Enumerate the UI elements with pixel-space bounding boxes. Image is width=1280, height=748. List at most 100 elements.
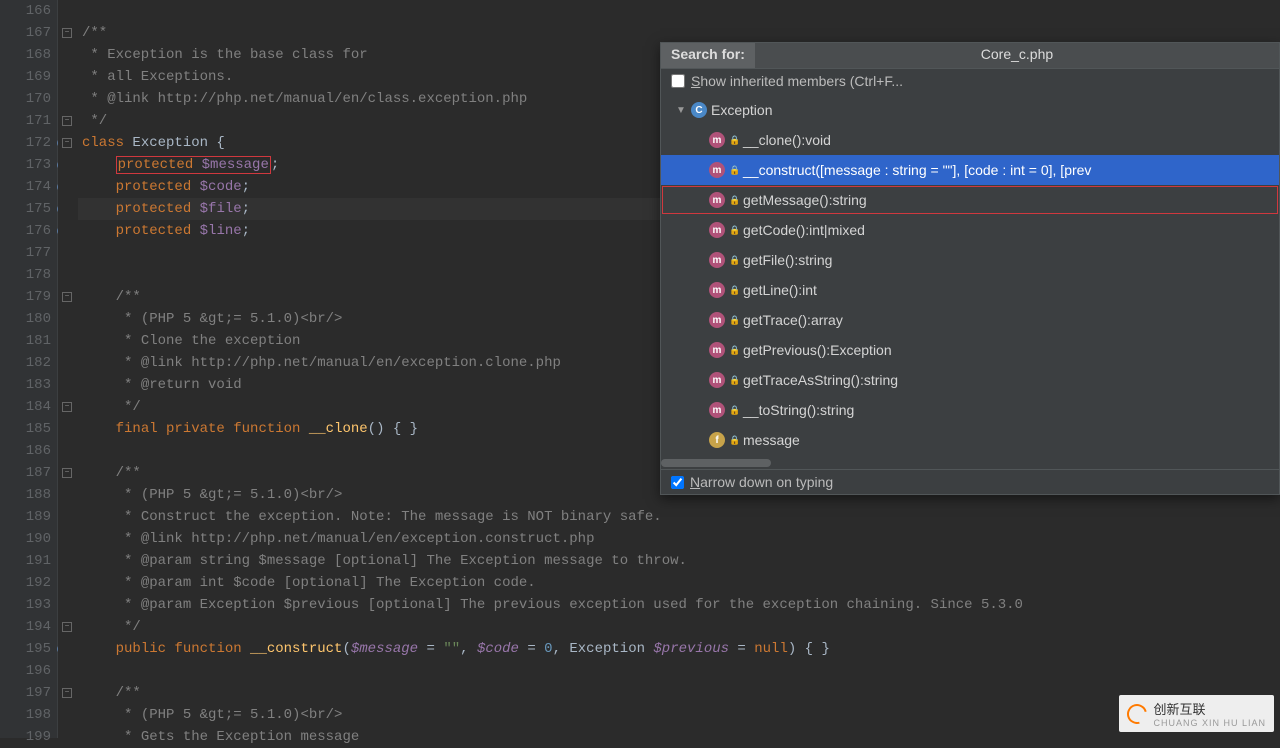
tree-member-row[interactable]: f🔒 message xyxy=(661,425,1279,455)
tree-member-row[interactable]: m🔒 getFile():string xyxy=(661,245,1279,275)
method-icon: m xyxy=(709,342,725,358)
fold-toggle-icon[interactable]: − xyxy=(62,292,72,302)
horizontal-scrollbar[interactable] xyxy=(661,457,1279,469)
code-line[interactable]: * @param int $code [optional] The Except… xyxy=(78,572,1280,594)
punct: ( xyxy=(342,641,350,657)
fold-toggle-icon[interactable]: − xyxy=(62,468,72,478)
tree-member-row[interactable]: m🔒 getLine():int xyxy=(661,275,1279,305)
line-number[interactable]: 181 xyxy=(0,330,51,352)
tree-member-row[interactable]: m🔒 __toString():string xyxy=(661,395,1279,425)
line-number[interactable]: 199 xyxy=(0,726,51,748)
line-number[interactable]: 186 xyxy=(0,440,51,462)
narrow-row[interactable]: Narrow down on typing xyxy=(661,469,1279,494)
code-line[interactable]: * (PHP 5 &gt;= 5.1.0)<br/> xyxy=(78,704,1280,726)
keyword: public xyxy=(116,641,166,657)
popup-header: Search for: Core_c.php xyxy=(661,43,1279,69)
line-number[interactable]: 190 xyxy=(0,528,51,550)
code-line[interactable]: /** xyxy=(78,22,1280,44)
line-number[interactable]: 185 xyxy=(0,418,51,440)
line-number[interactable]: 187 xyxy=(0,462,51,484)
line-number[interactable]: 180 xyxy=(0,308,51,330)
line-number[interactable]: 195 xyxy=(0,638,51,660)
narrow-checkbox[interactable] xyxy=(671,476,684,489)
line-number[interactable]: 191 xyxy=(0,550,51,572)
line-number[interactable]: 171 xyxy=(0,110,51,132)
tree-member-row[interactable]: m🔒 getCode():int|mixed xyxy=(661,215,1279,245)
line-number[interactable]: 174 xyxy=(0,176,51,198)
line-number[interactable]: 179 xyxy=(0,286,51,308)
tree-member-row[interactable]: m🔒 __construct([message : string = ""], … xyxy=(661,155,1279,185)
fold-toggle-icon[interactable]: − xyxy=(62,688,72,698)
line-number[interactable]: 172 xyxy=(0,132,51,154)
narrow-label: Narrow down on typing xyxy=(690,474,833,490)
tree-member-row[interactable]: m🔒 getMessage():string xyxy=(661,185,1279,215)
tree-class-row[interactable]: ▼C Exception xyxy=(661,95,1279,125)
method-icon: m xyxy=(709,192,725,208)
tree-member-row[interactable]: m🔒 getTraceAsString():string xyxy=(661,365,1279,395)
line-number[interactable]: 166 xyxy=(0,0,51,22)
line-number[interactable]: 196 xyxy=(0,660,51,682)
line-number[interactable]: 197 xyxy=(0,682,51,704)
line-number[interactable]: 188 xyxy=(0,484,51,506)
structure-tree[interactable]: ▼C Exceptionm🔒 __clone():voidm🔒 __constr… xyxy=(661,93,1279,457)
code-line[interactable]: public function __construct($message = "… xyxy=(78,638,1280,660)
line-number[interactable]: 173 xyxy=(0,154,51,176)
variable: $file xyxy=(191,201,241,217)
comment: * @link http://php.net/manual/en/excepti… xyxy=(116,531,595,547)
line-number[interactable]: 198 xyxy=(0,704,51,726)
scrollbar-thumb[interactable] xyxy=(661,459,771,467)
punct: , xyxy=(460,641,477,657)
comment: * Clone the exception xyxy=(116,333,301,349)
member-label: getFile():string xyxy=(743,252,832,268)
tree-member-row[interactable]: m🔒 getPrevious():Exception xyxy=(661,335,1279,365)
line-number[interactable]: 169 xyxy=(0,66,51,88)
code-line[interactable]: */ xyxy=(78,616,1280,638)
fold-toggle-icon[interactable]: − xyxy=(62,116,72,126)
line-number[interactable]: 170 xyxy=(0,88,51,110)
watermark-logo-icon xyxy=(1124,700,1151,727)
line-number[interactable]: 189 xyxy=(0,506,51,528)
tree-member-row[interactable]: m🔒 __clone():void xyxy=(661,125,1279,155)
fold-toggle-icon[interactable]: − xyxy=(62,622,72,632)
line-number[interactable]: 177 xyxy=(0,242,51,264)
line-number[interactable]: 183 xyxy=(0,374,51,396)
code-line[interactable]: * Construct the exception. Note: The mes… xyxy=(78,506,1280,528)
expand-arrow-icon[interactable]: ▼ xyxy=(675,105,687,116)
fold-toggle-icon[interactable]: − xyxy=(62,28,72,38)
line-number[interactable]: 168 xyxy=(0,44,51,66)
lock-icon: 🔒 xyxy=(729,165,739,175)
show-inherited-checkbox[interactable] xyxy=(671,74,685,88)
line-number[interactable]: 175 xyxy=(0,198,51,220)
structure-popup[interactable]: Search for: Core_c.php Show inherited me… xyxy=(660,42,1280,495)
line-number[interactable]: 193 xyxy=(0,594,51,616)
tree-member-row[interactable]: m🔒 getTrace():array xyxy=(661,305,1279,335)
code-line[interactable]: /** xyxy=(78,682,1280,704)
code-line[interactable] xyxy=(78,0,1280,22)
code-line[interactable] xyxy=(78,660,1280,682)
line-number[interactable]: 184 xyxy=(0,396,51,418)
member-label: __construct([message : string = ""], [co… xyxy=(743,162,1091,178)
lock-icon: 🔒 xyxy=(729,135,739,145)
method-icon: m xyxy=(709,402,725,418)
punct: , Exception xyxy=(553,641,654,657)
line-number[interactable]: 182 xyxy=(0,352,51,374)
line-number[interactable]: 192 xyxy=(0,572,51,594)
code-line[interactable]: * Gets the Exception message xyxy=(78,726,1280,748)
highlight-box: protected $message xyxy=(116,156,271,174)
fold-toggle-icon[interactable]: − xyxy=(62,402,72,412)
comment: */ xyxy=(116,399,141,415)
code-line[interactable]: * @param Exception $previous [optional] … xyxy=(78,594,1280,616)
param: $message xyxy=(351,641,418,657)
line-number[interactable]: 176 xyxy=(0,220,51,242)
line-number[interactable]: 178 xyxy=(0,264,51,286)
method-icon: m xyxy=(709,282,725,298)
fold-toggle-icon[interactable]: − xyxy=(62,138,72,148)
code-line[interactable]: * @param string $message [optional] The … xyxy=(78,550,1280,572)
comment: * @param int $code [optional] The Except… xyxy=(116,575,536,591)
line-number[interactable]: 194 xyxy=(0,616,51,638)
code-line[interactable]: * @link http://php.net/manual/en/excepti… xyxy=(78,528,1280,550)
show-inherited-row[interactable]: Show inherited members (Ctrl+F... xyxy=(661,69,1279,93)
line-number[interactable]: 167 xyxy=(0,22,51,44)
keyword: private xyxy=(158,421,225,437)
comment: * (PHP 5 &gt;= 5.1.0)<br/> xyxy=(116,311,343,327)
